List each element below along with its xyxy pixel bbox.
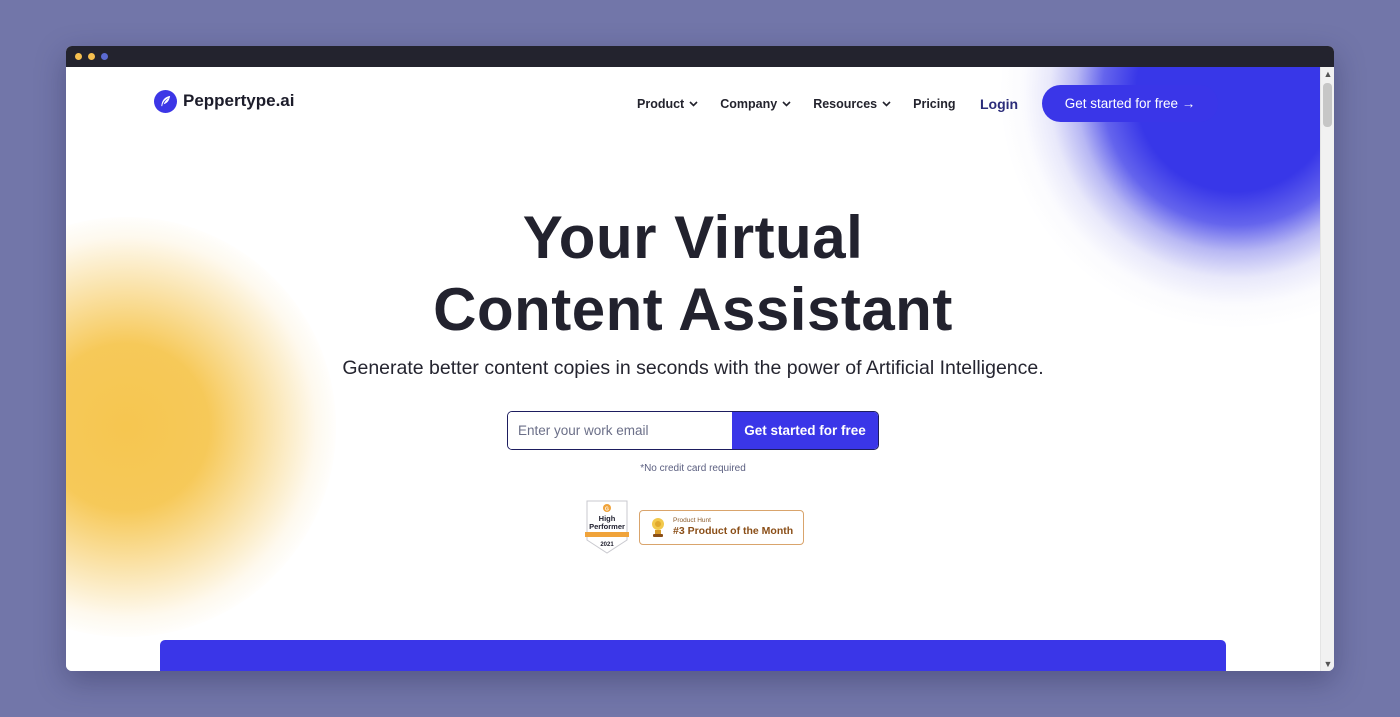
nav-item-label: Resources (813, 97, 878, 111)
hero-title-line1: Your Virtual (522, 204, 864, 271)
window-zoom-dot[interactable] (101, 53, 108, 60)
nav-item-company[interactable]: Company (720, 97, 791, 111)
nav-item-pricing[interactable]: Pricing (913, 97, 955, 111)
nav-item-product[interactable]: Product (637, 97, 698, 111)
nav-item-resources[interactable]: Resources (813, 97, 891, 111)
product-hunt-badge[interactable]: Product Hunt #3 Product of the Month (639, 510, 804, 545)
g2-badge-year: 2021 (600, 542, 614, 548)
hero-title: Your Virtual Content Assistant (66, 202, 1320, 346)
chevron-down-icon (782, 101, 791, 107)
feature-section-band (160, 640, 1226, 671)
hero-get-started-button[interactable]: Get started for free (732, 412, 878, 449)
trophy-icon (652, 517, 664, 537)
caret-down-icon[interactable]: ▼ (1321, 657, 1334, 671)
header-get-started-button[interactable]: Get started for free → (1042, 85, 1218, 122)
nav-item-label: Product (637, 97, 685, 111)
signup-form: Get started for free (507, 411, 879, 450)
brand-logo[interactable]: Peppertype.ai (154, 89, 295, 113)
g2-badge-line2: Performer (589, 522, 625, 531)
vertical-scrollbar[interactable]: ▲ ▼ (1320, 67, 1334, 671)
product-hunt-rank: #3 Product of the Month (673, 525, 794, 537)
nav-item-label: Company (720, 97, 778, 111)
caret-up-icon[interactable]: ▲ (1321, 67, 1334, 81)
window-close-dot[interactable] (75, 53, 82, 60)
brand-name: Peppertype.ai (183, 91, 295, 110)
window-minimize-dot[interactable] (88, 53, 95, 60)
scrollbar-thumb[interactable] (1323, 83, 1332, 127)
g2-high-performer-badge[interactable]: G High Performer 2021 (584, 500, 630, 554)
page-viewport: Peppertype.ai Product Company Resources … (66, 67, 1320, 671)
hero-title-line2: Content Assistant (433, 276, 953, 343)
hero-subtitle: Generate better content copies in second… (342, 357, 1044, 379)
chevron-down-icon (689, 101, 698, 107)
feather-icon (154, 89, 177, 113)
no-credit-card-note: *No credit card required (640, 463, 746, 474)
window-titlebar (66, 46, 1334, 67)
work-email-input[interactable] (508, 412, 732, 449)
product-hunt-label: Product Hunt (673, 517, 711, 524)
browser-window: Peppertype.ai Product Company Resources … (66, 46, 1334, 671)
product-hunt-text: Product Hunt #3 Product of the Month (673, 517, 793, 538)
login-link[interactable]: Login (980, 96, 1018, 112)
main-nav: Product Company Resources Pricing (637, 96, 978, 112)
svg-text:G: G (605, 507, 609, 513)
nav-item-label: Pricing (913, 97, 956, 111)
chevron-down-icon (882, 101, 891, 107)
